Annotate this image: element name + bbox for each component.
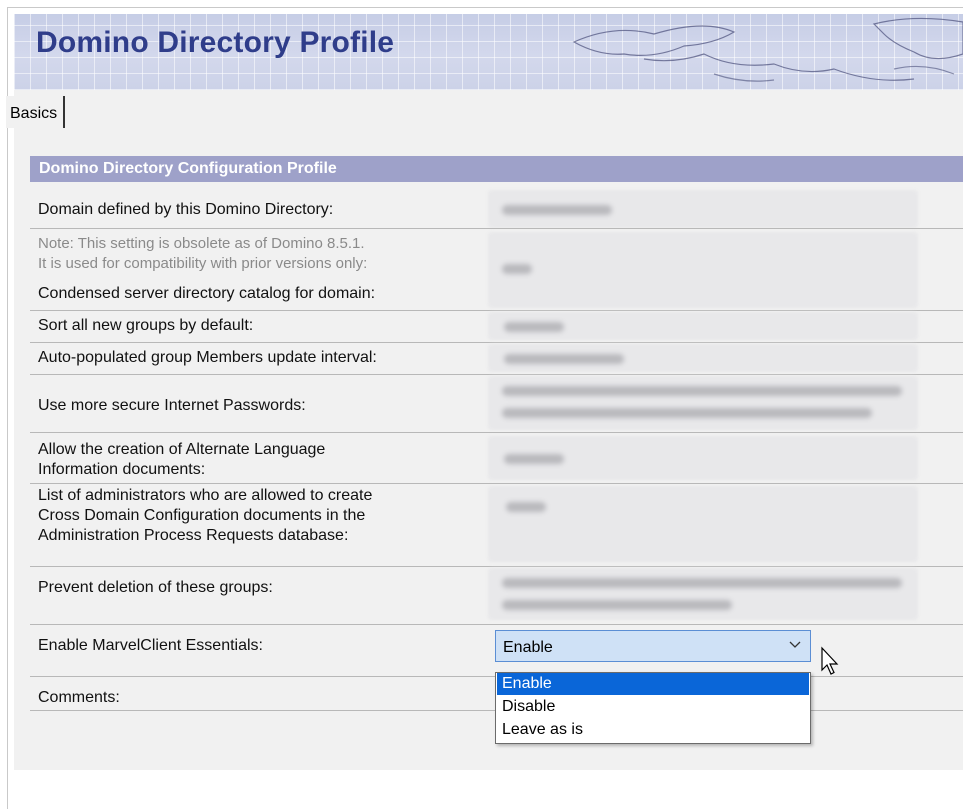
chevron-down-icon xyxy=(789,641,801,648)
field-value-update-interval[interactable] xyxy=(488,344,918,372)
label-line: Information documents: xyxy=(38,461,206,478)
field-value-secure-passwords[interactable] xyxy=(488,376,918,430)
field-value-alternate-language[interactable] xyxy=(488,436,918,480)
field-label-comments: Comments: xyxy=(38,689,120,706)
profile-header-banner: Domino Directory Profile xyxy=(14,14,963,90)
field-label-update-interval: Auto-populated group Members update inte… xyxy=(38,349,377,366)
row-divider xyxy=(30,432,963,433)
row-divider xyxy=(30,228,963,229)
field-value-condensed-catalog[interactable] xyxy=(488,232,918,308)
field-value-sort-groups[interactable] xyxy=(488,312,918,340)
row-divider xyxy=(30,566,963,567)
marvelclient-dropdown-list: Enable Disable Leave as is xyxy=(495,672,811,744)
row-divider xyxy=(30,374,963,375)
section-header: Domino Directory Configuration Profile xyxy=(30,156,963,182)
field-label-marvelclient: Enable MarvelClient Essentials: xyxy=(38,637,263,654)
section-title: Domino Directory Configuration Profile xyxy=(39,160,337,177)
marvelclient-select-value: Enable xyxy=(503,639,553,656)
row-divider xyxy=(30,483,963,484)
obsolete-note-line2: It is used for compatibility with prior … xyxy=(38,255,368,272)
field-value-domain[interactable] xyxy=(488,190,918,228)
field-label-cross-domain-admins: List of administrators who are allowed t… xyxy=(38,486,372,546)
row-divider xyxy=(30,310,963,311)
obsolete-note: Note: This setting is obsolete as of Dom… xyxy=(38,234,367,274)
dropdown-option-disable[interactable]: Disable xyxy=(497,696,809,718)
label-line: List of administrators who are allowed t… xyxy=(38,487,373,504)
label-line: Cross Domain Configuration documents in … xyxy=(38,507,366,524)
field-label-domain: Domain defined by this Domino Directory: xyxy=(38,201,334,218)
field-value-prevent-deletion[interactable] xyxy=(488,568,918,620)
label-line: Allow the creation of Alternate Language xyxy=(38,441,326,458)
row-divider xyxy=(30,624,963,625)
row-divider xyxy=(30,342,963,343)
marvelclient-select[interactable]: Enable xyxy=(495,630,811,662)
tab-bar xyxy=(14,90,963,130)
field-label-secure-passwords: Use more secure Internet Passwords: xyxy=(38,397,306,414)
field-value-cross-domain-admins[interactable] xyxy=(488,486,918,562)
label-line: Administration Process Requests database… xyxy=(38,527,349,544)
tab-basics[interactable]: Basics xyxy=(6,96,66,128)
field-label-condensed-catalog: Condensed server directory catalog for d… xyxy=(38,285,376,302)
obsolete-note-line1: Note: This setting is obsolete as of Dom… xyxy=(38,235,365,252)
field-label-alternate-language: Allow the creation of Alternate Language… xyxy=(38,440,325,480)
dropdown-option-enable[interactable]: Enable xyxy=(497,673,809,695)
dropdown-option-leave-as-is[interactable]: Leave as is xyxy=(497,719,809,741)
page-title: Domino Directory Profile xyxy=(36,26,395,59)
mouse-pointer-icon xyxy=(821,646,839,675)
field-label-prevent-deletion: Prevent deletion of these groups: xyxy=(38,579,273,596)
field-label-sort-groups: Sort all new groups by default: xyxy=(38,317,254,334)
